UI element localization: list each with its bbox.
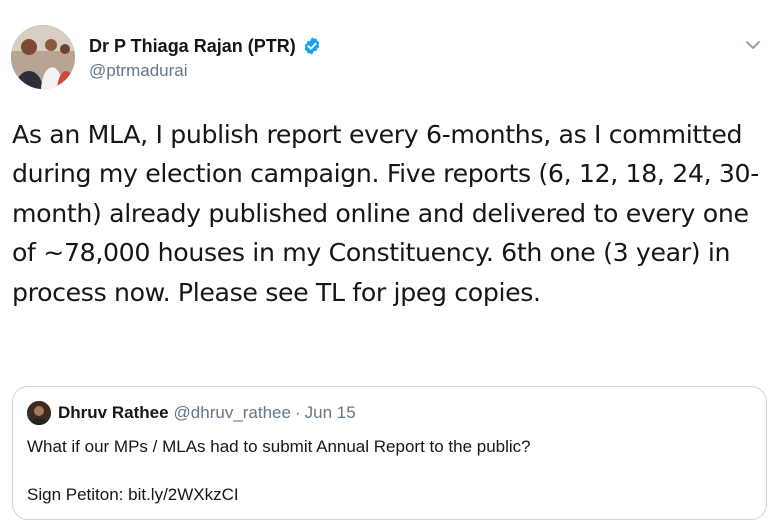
verified-badge-icon: [302, 36, 322, 56]
quoted-tweet[interactable]: Dhruv Rathee @dhruv_rathee · Jun 15 What…: [12, 386, 767, 520]
quoted-author-avatar: [27, 401, 51, 425]
author-display-name[interactable]: Dr P Thiaga Rajan (PTR): [89, 36, 296, 57]
quoted-tweet-line: What if our MPs / MLAs had to submit Ann…: [27, 437, 531, 456]
separator-dot: ·: [294, 403, 301, 422]
quoted-tweet-text: What if our MPs / MLAs had to submit Ann…: [27, 435, 752, 507]
tweet-card: Dr P Thiaga Rajan (PTR) @ptrmadurai As a…: [0, 0, 777, 527]
quoted-tweet-line: Sign Petiton: bit.ly/2WXkzCI: [27, 485, 239, 504]
author-avatar[interactable]: [11, 25, 75, 89]
tweet-text: As an MLA, I publish report every 6-mont…: [12, 120, 759, 307]
quoted-tweet-header: Dhruv Rathee @dhruv_rathee · Jun 15: [27, 401, 356, 425]
chevron-down-icon[interactable]: [743, 37, 763, 51]
author-avatar-image: [11, 25, 75, 89]
quoted-author-handle: @dhruv_rathee: [173, 403, 291, 422]
author-name-line: Dr P Thiaga Rajan (PTR): [89, 35, 322, 57]
quoted-author-name: Dhruv Rathee: [58, 403, 169, 422]
author-names: Dr P Thiaga Rajan (PTR) @ptrmadurai: [89, 35, 322, 81]
quoted-tweet-date: Jun 15: [304, 403, 356, 422]
author-handle[interactable]: @ptrmadurai: [89, 61, 322, 81]
